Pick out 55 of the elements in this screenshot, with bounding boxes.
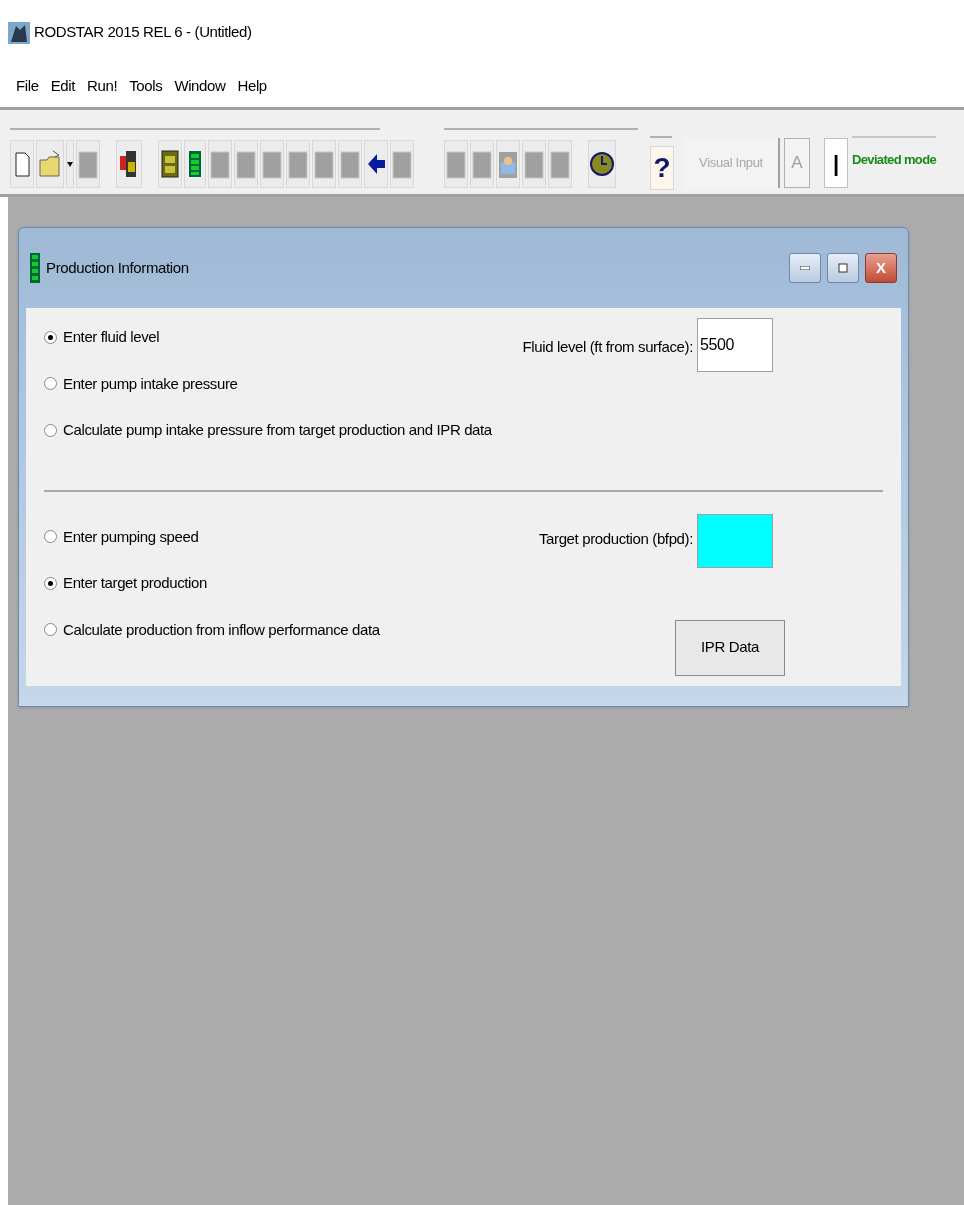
input-field[interactable] (697, 513, 773, 568)
blank-tool-icon (523, 148, 545, 180)
radio-option[interactable]: Calculate pump intake pressure from target production and IPR data (44, 419, 492, 442)
child-window-title: Production Information (46, 257, 190, 278)
menu-item[interactable]: Tools (129, 74, 163, 98)
blank-tool-icon (313, 148, 335, 180)
open-folder-icon (37, 148, 63, 180)
mode-indicator: Deviated mode (852, 136, 937, 182)
blank-tool-icon (261, 148, 283, 180)
menu-item[interactable]: Edit (50, 74, 76, 98)
toolbar-button[interactable] (66, 140, 74, 188)
toolbar-button[interactable] (116, 140, 142, 188)
window-title: RODSTAR 2015 REL 6 - (Untitled) (34, 22, 252, 43)
radio-button[interactable] (44, 623, 57, 637)
field-label: Target production (bfpd): (538, 528, 693, 549)
menu-item[interactable]: Window (174, 74, 226, 98)
blank-tool-icon (77, 148, 99, 180)
toolbar-button[interactable] (184, 140, 206, 188)
data-sheet-icon (30, 253, 40, 283)
blank-tool-icon (445, 148, 467, 180)
restore-button[interactable] (827, 253, 859, 283)
toolbar-button[interactable] (158, 140, 182, 188)
cursor-button[interactable]: | (824, 138, 848, 188)
blank-tool-icon (287, 148, 309, 180)
blank-tool-icon (549, 148, 571, 180)
radio-button[interactable] (44, 423, 57, 437)
help-button[interactable]: ? (650, 146, 674, 190)
radio-option[interactable]: Enter pump intake pressure (44, 372, 492, 395)
toolbar-button[interactable] (364, 140, 388, 188)
blank-tool-icon (209, 148, 231, 180)
blank-tool-icon (391, 148, 413, 180)
input-field[interactable]: 5500 (697, 318, 773, 372)
menu-item[interactable]: Run! (87, 74, 118, 98)
blank-tool-icon (339, 148, 361, 180)
restore-icon (838, 263, 848, 273)
radio-button[interactable] (44, 377, 57, 391)
blank-tool-icon (471, 148, 493, 180)
document-stack-icon (159, 148, 181, 180)
radio-option[interactable]: Enter pumping speed (44, 525, 380, 548)
radio-button[interactable] (44, 330, 57, 344)
radio-option[interactable]: Enter fluid level (44, 326, 492, 349)
toolbar-button[interactable] (588, 140, 616, 188)
menu-item[interactable]: Help (237, 74, 267, 98)
app-icon (8, 21, 30, 44)
caret-icon (67, 161, 73, 167)
minimize-icon (800, 266, 810, 270)
radio-button[interactable] (44, 530, 57, 544)
radio-option[interactable]: Enter target production (44, 572, 380, 595)
ipr-data-button[interactable]: IPR Data (675, 619, 785, 676)
minimize-button[interactable] (789, 253, 821, 283)
radio-option[interactable]: Calculate production from inflow performance data (44, 618, 380, 641)
radio-button[interactable] (44, 576, 57, 590)
menu-item[interactable]: File (16, 74, 39, 98)
field-label: Fluid level (ft from surface): (522, 337, 693, 357)
blank-tool-icon (235, 148, 257, 180)
